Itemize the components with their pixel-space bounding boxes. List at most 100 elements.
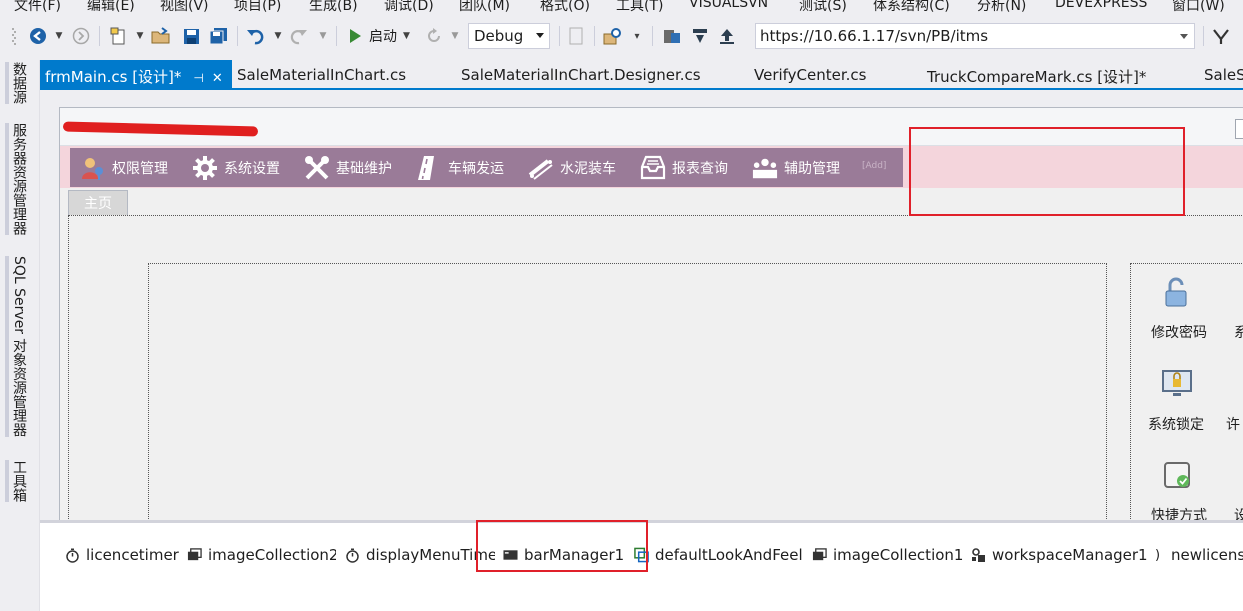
menu-file[interactable]: 文件(F) (14, 0, 61, 14)
group-icon (752, 155, 778, 181)
shortcut-check-icon[interactable] (1161, 459, 1193, 491)
pin-icon[interactable]: ⊣ (193, 71, 203, 85)
configuration-value: Debug (474, 27, 524, 45)
toolbox-tab[interactable]: 工具箱 (5, 460, 29, 502)
back-icon[interactable] (28, 26, 48, 46)
component-icon: ) (1154, 547, 1161, 563)
form-control-box[interactable] (1235, 119, 1243, 139)
main-panel[interactable] (148, 263, 1107, 520)
solution-configuration-select[interactable]: Debug (468, 23, 550, 49)
close-icon[interactable]: ✕ (212, 71, 223, 86)
play-icon (350, 29, 361, 43)
sql-server-object-explorer-tab[interactable]: SQL Server 对象资源管理器 (5, 256, 29, 437)
menu-format[interactable]: 格式(O) (540, 0, 590, 14)
new-dropdown-icon[interactable]: ▼ (134, 26, 146, 46)
component-label: defaultLookAndFeel (655, 546, 803, 564)
shortcut-label[interactable]: 快捷方式 (1151, 505, 1207, 520)
undo-dropdown-icon[interactable]: ▼ (272, 26, 284, 46)
menu-visualsvn[interactable]: VISUALSVN (689, 0, 768, 11)
find-icon[interactable] (602, 26, 624, 46)
redaction-mark (62, 121, 259, 137)
tab-salematerialinchart-designer[interactable]: SaleMaterialInChart.Designer.cs (461, 66, 701, 84)
tools-icon (304, 155, 330, 181)
menu-window[interactable]: 窗口(W) (1172, 0, 1225, 14)
menu-test[interactable]: 测试(S) (799, 0, 847, 14)
menu-edit[interactable]: 编辑(E) (87, 0, 135, 14)
redo-icon[interactable] (286, 26, 310, 46)
menu-report-query[interactable]: 报表查询 (640, 148, 728, 187)
connect-server-icon[interactable] (660, 26, 684, 46)
menu-cement-loading[interactable]: 水泥装车 (528, 148, 616, 187)
menu-analyze[interactable]: 分析(N) (977, 0, 1026, 14)
component-imagecollection2[interactable]: imageCollection2 (187, 545, 336, 565)
menu-debug[interactable]: 调试(D) (384, 0, 434, 14)
svn-update-icon[interactable] (689, 26, 711, 46)
menu-auxiliary-management[interactable]: 辅助管理 (752, 148, 840, 187)
component-newlicense[interactable]: ) newlicense (1150, 545, 1243, 565)
monitor-lock-icon[interactable] (1161, 367, 1193, 399)
component-label: imageCollection1 (833, 546, 964, 564)
shortcut-panel[interactable]: 修改密码 系 系统锁定 许 快捷方式 设 (1130, 263, 1243, 520)
tab-verifycenter[interactable]: VerifyCenter.cs (754, 66, 867, 84)
find-dropdown-icon[interactable]: ▾ (630, 26, 644, 46)
menu-system-settings[interactable]: 系统设置 (192, 148, 280, 187)
menu-bar: 文件(F) 编辑(E) 视图(V) 项目(P) 生成(B) 调试(D) 团队(M… (0, 0, 1243, 14)
system-lock-label[interactable]: 系统锁定 (1148, 414, 1204, 434)
menu-tools[interactable]: 工具(T) (616, 0, 663, 14)
new-project-icon[interactable] (108, 26, 130, 46)
save-icon[interactable] (180, 26, 202, 46)
component-defaultlookandfeel[interactable]: defaultLookAndFeel (634, 545, 806, 565)
tab-sales-partial[interactable]: SaleS (1204, 66, 1243, 84)
menu-vehicle-dispatch[interactable]: 车辆发运 (416, 148, 504, 187)
back-dropdown-icon[interactable]: ▼ (53, 26, 65, 46)
component-licencetimer[interactable]: licencetimer (65, 545, 179, 565)
cut-off-label: 许 (1226, 417, 1240, 433)
datasource-tab[interactable]: 数据源 (5, 62, 29, 104)
chevron-down-icon (1180, 34, 1188, 39)
main-menu-bar[interactable]: 权限管理 系统设置 基础维护 车辆发运 水泥装车 报表查询 辅助管理 [Add] (70, 148, 903, 187)
forward-icon[interactable] (71, 26, 91, 46)
menu-devexpress[interactable]: DEVEXPRESS (1055, 0, 1147, 11)
highlight-box-ribbon (909, 127, 1185, 216)
menu-permissions-label: 权限管理 (112, 160, 168, 177)
component-workspacemanager1[interactable]: workspaceManager1 (971, 545, 1148, 565)
undo-icon[interactable] (244, 26, 268, 46)
tab-truckcomparemark-designer[interactable]: TruckCompareMark.cs [设计]* (927, 66, 1146, 87)
svn-commit-icon[interactable] (716, 26, 738, 46)
toolbar-separator (336, 26, 337, 46)
toolbar-separator (237, 26, 238, 46)
menu-team[interactable]: 团队(M) (459, 0, 510, 14)
component-displaymenutimer[interactable]: displayMenuTimer (345, 545, 495, 565)
menu-build[interactable]: 生成(B) (309, 0, 358, 14)
tab-home[interactable]: 主页 (68, 190, 128, 215)
menu-view[interactable]: 视图(V) (160, 0, 209, 14)
padlock-open-icon[interactable] (1161, 276, 1193, 308)
document-icon[interactable] (566, 26, 586, 46)
refresh-dropdown-icon[interactable]: ▼ (449, 26, 461, 46)
menu-architecture[interactable]: 体系结构(C) (873, 0, 950, 14)
save-all-icon[interactable] (207, 26, 231, 46)
open-folder-icon[interactable] (150, 26, 172, 46)
add-menu-item-button[interactable]: [Add] (862, 161, 886, 171)
component-imagecollection1[interactable]: imageCollection1 (812, 545, 963, 565)
workspace-icon (971, 548, 986, 563)
menu-auxiliary-management-label: 辅助管理 (784, 160, 840, 177)
menu-basic-maintenance[interactable]: 基础维护 (304, 148, 392, 187)
server-explorer-tab[interactable]: 服务器资源管理器 (5, 123, 29, 235)
menu-project[interactable]: 项目(P) (234, 0, 281, 14)
tab-frmmain-designer[interactable]: frmMain.cs [设计]* ⊣ ✕ (40, 60, 232, 88)
menu-report-query-label: 报表查询 (672, 160, 728, 177)
svn-url-select[interactable]: https://10.66.1.17/svn/PB/itms (755, 23, 1195, 49)
component-label: imageCollection2 (208, 546, 336, 564)
svn-url-value: https://10.66.1.17/svn/PB/itms (760, 27, 989, 45)
refresh-icon[interactable] (424, 26, 444, 46)
standard-toolbar: ▼ ▼ ▼ ▼ 启动 ▼ ▼ Debug ▾ https://10.66.1.1… (0, 14, 1243, 60)
redo-dropdown-icon[interactable]: ▼ (317, 26, 329, 46)
change-password-label[interactable]: 修改密码 (1151, 322, 1207, 342)
gear-icon (192, 155, 218, 181)
tool-window-strip: 数据源 服务器资源管理器 SQL Server 对象资源管理器 工具箱 (0, 60, 40, 611)
start-button[interactable]: 启动 ▼ (345, 26, 413, 46)
tab-salematerialinchart[interactable]: SaleMaterialInChart.cs (237, 66, 406, 84)
menu-permissions[interactable]: 权限管理 (80, 148, 168, 187)
branch-icon[interactable] (1210, 26, 1232, 46)
